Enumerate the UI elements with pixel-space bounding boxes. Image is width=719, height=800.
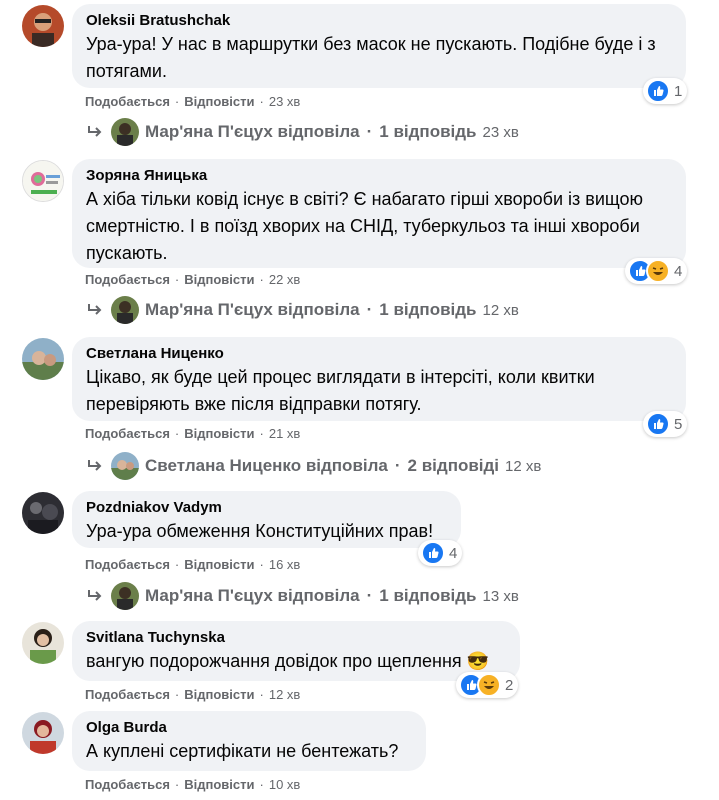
reply-button[interactable]: Відповісти xyxy=(184,777,254,792)
avatar[interactable] xyxy=(22,492,64,534)
comment-text: А куплені сертифікати не бентежать? xyxy=(86,741,399,761)
comment-bubble: Зоряна Яницька А хіба тільки ковід існує… xyxy=(72,159,686,268)
reply-count: 1 відповідь xyxy=(379,586,477,605)
comment-actions: Подобається · Відповісти · 23 хв xyxy=(85,94,301,109)
comment-actions: Подобається · Відповісти · 16 хв xyxy=(85,557,301,572)
like-icon xyxy=(646,412,670,436)
comment-bubble: Светлана Ниценко Цікаво, як буде цей про… xyxy=(72,337,686,421)
reply-author: Мар'яна П'єцух відповіла xyxy=(145,122,360,141)
comment-time[interactable]: 21 хв xyxy=(269,426,300,441)
reactions-badge[interactable]: 1 xyxy=(643,78,688,104)
view-replies-link[interactable]: Светлана Ниценко відповіла · 2 відповіді 1… xyxy=(85,452,541,480)
reply-count: 1 відповідь xyxy=(379,122,477,141)
reactions-badge[interactable]: 5 xyxy=(643,411,688,437)
reply-arrow-icon xyxy=(88,590,102,601)
comment-author[interactable]: Oleksii Bratushchak xyxy=(86,11,672,31)
reply-summary: Мар'яна П'єцух відповіла · 1 відповідь xyxy=(145,586,477,605)
reply-button[interactable]: Відповісти xyxy=(184,426,254,441)
reply-summary: Мар'яна П'єцух відповіла · 1 відповідь xyxy=(145,300,477,319)
reply-summary: Светлана Ниценко відповіла · 2 відповіді xyxy=(145,456,500,475)
reply-avatar xyxy=(111,118,139,146)
like-button[interactable]: Подобається xyxy=(85,557,170,572)
comment-time[interactable]: 22 хв xyxy=(269,272,300,287)
haha-icon xyxy=(646,259,670,283)
comment-author[interactable]: Olga Burda xyxy=(86,718,412,738)
comment-bubble: Olga Burda А куплені сертифікати не бент… xyxy=(72,711,426,771)
avatar[interactable] xyxy=(22,160,64,202)
comment-text: А хіба тільки ковід існує в світі? Є наб… xyxy=(86,189,644,263)
comment-time[interactable]: 12 хв xyxy=(269,687,300,702)
comment-actions: Подобається · Відповісти · 10 хв xyxy=(85,777,301,792)
comment-time[interactable]: 23 хв xyxy=(269,94,300,109)
comment-time[interactable]: 10 хв xyxy=(269,777,300,792)
reaction-count: 2 xyxy=(505,676,514,694)
comment-actions: Подобається · Відповісти · 12 хв xyxy=(85,687,301,702)
reply-button[interactable]: Відповісти xyxy=(184,94,254,109)
reply-summary: Мар'яна П'єцух відповіла · 1 відповідь xyxy=(145,122,477,141)
reaction-count: 1 xyxy=(674,82,683,100)
like-button[interactable]: Подобається xyxy=(85,777,170,792)
like-button[interactable]: Подобається xyxy=(85,426,170,441)
avatar[interactable] xyxy=(22,338,64,380)
like-icon xyxy=(646,79,670,103)
like-button[interactable]: Подобається xyxy=(85,687,170,702)
comment-text: вангую подорожчання довідок про щеплення… xyxy=(86,651,490,671)
comment-text: Цікаво, як буде цей процес виглядати в і… xyxy=(86,367,595,414)
comment-author[interactable]: Светлана Ниценко xyxy=(86,344,672,364)
reply-arrow-icon xyxy=(88,126,102,137)
like-button[interactable]: Подобається xyxy=(85,94,170,109)
avatar[interactable] xyxy=(22,712,64,754)
comment-author[interactable]: Svitlana Tuchynska xyxy=(86,628,506,648)
reply-button[interactable]: Відповісти xyxy=(184,557,254,572)
reply-count: 1 відповідь xyxy=(379,300,477,319)
reactions-badge[interactable]: 4 xyxy=(418,540,463,566)
reaction-count: 5 xyxy=(674,415,683,433)
like-button[interactable]: Подобається xyxy=(85,272,170,287)
reply-count: 2 відповіді xyxy=(407,456,500,475)
avatar[interactable] xyxy=(22,622,64,664)
comment-author[interactable]: Pozdniakov Vadym xyxy=(86,498,447,518)
comment-time[interactable]: 16 хв xyxy=(269,557,300,572)
comment-bubble: Oleksii Bratushchak Ура-ура! У нас в мар… xyxy=(72,4,686,88)
view-replies-link[interactable]: Мар'яна П'єцух відповіла · 1 відповідь 23 … xyxy=(85,118,519,146)
reactions-badge[interactable]: 2 xyxy=(456,672,519,698)
haha-icon xyxy=(477,673,501,697)
view-replies-link[interactable]: Мар'яна П'єцух відповіла · 1 відповідь 12 … xyxy=(85,296,519,324)
avatar[interactable] xyxy=(22,5,64,47)
reactions-badge[interactable]: 4 xyxy=(625,258,688,284)
view-replies-link[interactable]: Мар'яна П'єцух відповіла · 1 відповідь 13 … xyxy=(85,582,519,610)
reaction-count: 4 xyxy=(674,262,683,280)
reply-avatar xyxy=(111,452,139,480)
like-icon xyxy=(421,541,445,565)
reply-time: 13 хв xyxy=(482,587,519,605)
reply-avatar xyxy=(111,296,139,324)
reply-time: 12 хв xyxy=(482,301,519,319)
reply-time: 12 хв xyxy=(505,457,542,475)
reply-author: Мар'яна П'єцух відповіла xyxy=(145,300,360,319)
reaction-count: 4 xyxy=(449,544,458,562)
comment-author[interactable]: Зоряна Яницька xyxy=(86,166,672,186)
comment-actions: Подобається · Відповісти · 22 хв xyxy=(85,272,301,287)
comment-actions: Подобається · Відповісти · 21 хв xyxy=(85,426,301,441)
reply-arrow-icon xyxy=(88,304,102,315)
reply-time: 23 хв xyxy=(482,123,519,141)
reply-arrow-icon xyxy=(88,460,102,471)
comment-text: Ура-ура! У нас в маршрутки без масок не … xyxy=(86,34,656,81)
reply-button[interactable]: Відповісти xyxy=(184,272,254,287)
comment-bubble: Pozdniakov Vadym Ура-ура обмеження Конст… xyxy=(72,491,461,548)
reply-avatar xyxy=(111,582,139,610)
reply-author: Мар'яна П'єцух відповіла xyxy=(145,586,360,605)
comment-text: Ура-ура обмеження Конституційних прав! xyxy=(86,521,434,541)
reply-button[interactable]: Відповісти xyxy=(184,687,254,702)
reply-author: Светлана Ниценко відповіла xyxy=(145,456,388,475)
comment-bubble: Svitlana Tuchynska вангую подорожчання д… xyxy=(72,621,520,681)
